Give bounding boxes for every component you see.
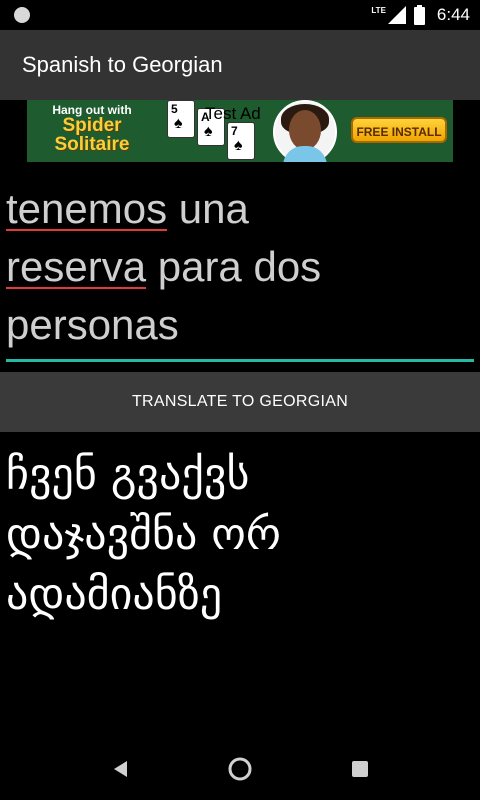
- signal-icon: [387, 6, 406, 24]
- status-icons: LTE 6:44: [371, 0, 470, 30]
- input-word: personas: [6, 301, 179, 348]
- battery-icon: [413, 5, 425, 25]
- card: 7 ♠: [227, 122, 255, 160]
- app-bar: Spanish to Georgian: [0, 30, 480, 100]
- card-value: 7: [231, 124, 238, 138]
- ad-banner[interactable]: Hang out with Spider Solitaire 5 ♠ A ♠ 7…: [27, 100, 453, 162]
- input-word: una: [167, 185, 249, 232]
- status-bar: LTE 6:44: [0, 0, 480, 30]
- translation-line: ჩვენ გვაქვს: [6, 449, 250, 500]
- input-word: para dos: [146, 243, 322, 290]
- clock: 6:44: [436, 5, 470, 24]
- navigation-bar: [0, 738, 480, 800]
- spade-icon: ♠: [234, 137, 243, 154]
- source-text-input[interactable]: tenemos una reserva para dos personas: [6, 180, 474, 362]
- page-title: Spanish to Georgian: [22, 52, 223, 77]
- notification-icon: [14, 7, 30, 23]
- spade-icon: ♠: [174, 115, 183, 132]
- input-underline: [6, 359, 474, 362]
- recent-apps-icon[interactable]: [347, 756, 373, 782]
- input-text: tenemos una reserva para dos personas: [6, 180, 474, 354]
- ad-title-line1: Spider: [62, 115, 122, 136]
- back-icon[interactable]: [107, 756, 133, 782]
- ad-person-image: [273, 100, 337, 162]
- input-word-misspelled: tenemos: [6, 185, 168, 232]
- input-word-misspelled: reserva: [6, 243, 147, 290]
- free-install-button[interactable]: FREE INSTALL: [351, 117, 447, 143]
- ad-logo: Hang out with Spider Solitaire: [37, 104, 147, 154]
- translation-line: დაჯავშნა ორ: [6, 509, 281, 560]
- translation-output: ჩვენ გვაქვს დაჯავშნა ორ ადამიანზე: [6, 445, 474, 625]
- translate-button[interactable]: TRANSLATE TO GEORGIAN: [0, 372, 480, 432]
- home-icon[interactable]: [227, 756, 253, 782]
- spade-icon: ♠: [204, 123, 213, 140]
- network-type: LTE: [371, 5, 386, 15]
- test-ad-label: Test Ad: [205, 104, 261, 123]
- ad-title-line2: Solitaire: [54, 134, 130, 155]
- card: 5 ♠: [167, 100, 195, 138]
- card-value: 5: [171, 102, 178, 116]
- translation-line: ადამიანზე: [6, 569, 223, 620]
